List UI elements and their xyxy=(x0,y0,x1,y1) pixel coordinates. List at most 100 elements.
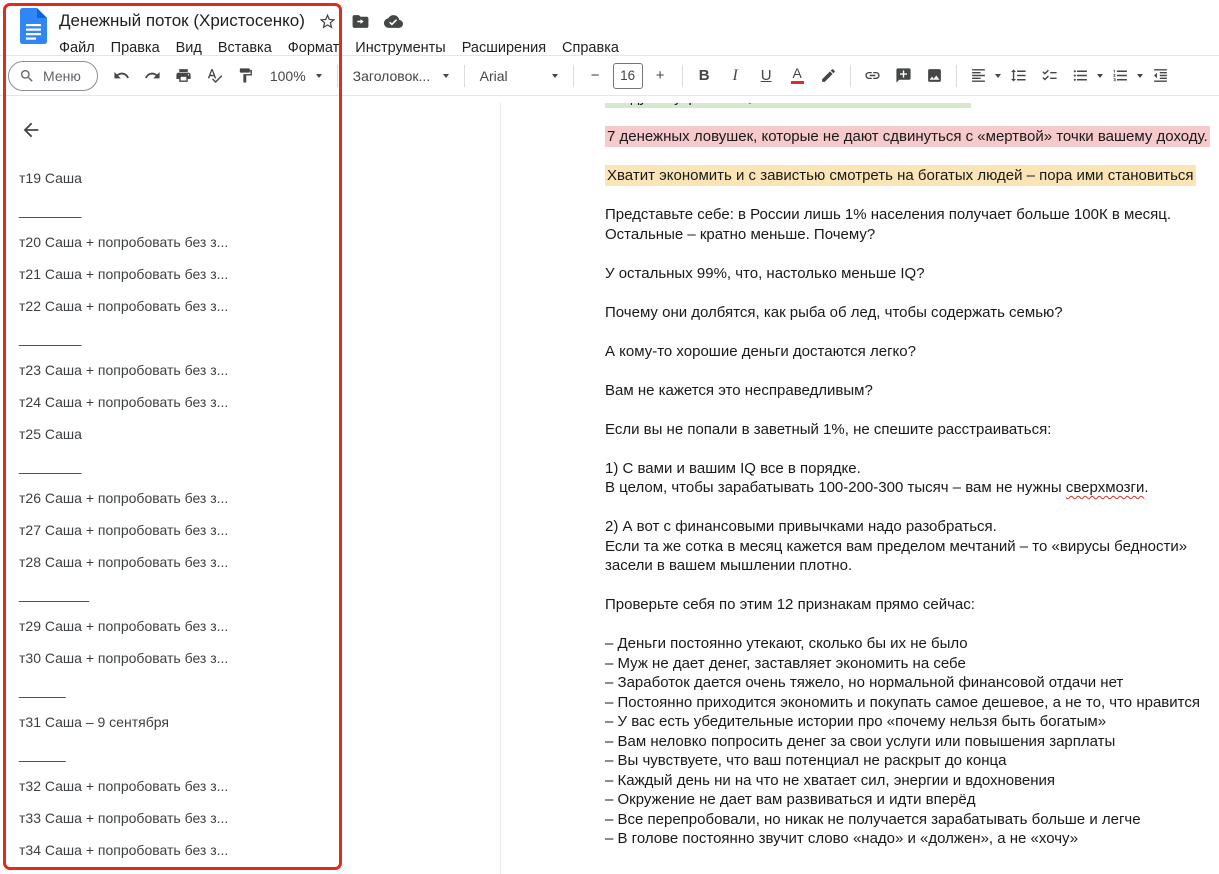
doc-line: Представьте себе: в России лишь 1% насел… xyxy=(605,206,1172,223)
outline-item[interactable]: т26 Саша + попробовать без з... xyxy=(0,482,500,514)
paragraph: 1) С вами и вашим IQ все в порядке. В цел… xyxy=(605,459,1205,498)
outline-item[interactable]: т19 Саша xyxy=(0,162,500,194)
outline-divider-item[interactable]: ______ xyxy=(0,738,500,770)
paragraph: 7 денежных ловушек, которые не дают сдви… xyxy=(605,126,1210,147)
line-spacing-button[interactable] xyxy=(1005,62,1032,89)
outline-divider-item[interactable]: ________ xyxy=(0,194,500,226)
outline-divider-item[interactable]: ________ xyxy=(0,322,500,354)
menu-view[interactable]: Вид xyxy=(168,37,210,59)
outline-divider-item[interactable]: ______ xyxy=(0,674,500,706)
undo-button[interactable] xyxy=(108,62,135,89)
insert-link-button[interactable] xyxy=(859,62,886,89)
back-arrow-icon[interactable] xyxy=(18,117,44,143)
outline-item[interactable]: т27 Саша + попробовать без з... xyxy=(0,514,500,546)
outline-item[interactable]: т33 Саша + попробовать без з... xyxy=(0,802,500,834)
paragraph: Хватит экономить и с завистью смотреть н… xyxy=(605,165,1205,186)
paragraph: зайдут внутрь поста, чтобы не оказаться … xyxy=(605,103,1205,108)
menu-tools[interactable]: Инструменты xyxy=(347,37,453,59)
doc-line: А кому-то хорошие деньги достаются легко… xyxy=(605,342,916,360)
bullet-list-button[interactable] xyxy=(1065,62,1105,89)
doc-line: 1) С вами и вашим IQ все в порядке. xyxy=(605,459,861,477)
styles-select[interactable]: Заголовок... xyxy=(346,62,456,89)
outline-item[interactable]: т29 Саша + попробовать без з... xyxy=(0,610,500,642)
font-size-input[interactable]: 16 xyxy=(612,62,643,89)
paragraph: Вам не кажется это несправедливым? xyxy=(605,381,1205,401)
outline-divider-item[interactable]: ________ xyxy=(0,450,500,482)
font-size-increase-button[interactable]: + xyxy=(647,62,674,89)
text-color-button[interactable]: A xyxy=(784,62,811,89)
highlight-color-button[interactable] xyxy=(815,62,842,89)
checklist-button[interactable] xyxy=(1036,62,1063,89)
menu-file[interactable]: Файл xyxy=(51,37,103,59)
doc-line: 7 денежных ловушек, которые не дают сдви… xyxy=(605,126,1210,147)
doc-line: – Постоянно приходится экономить и покуп… xyxy=(605,693,1200,711)
text-color-icon: A xyxy=(790,66,804,84)
outline-item[interactable]: т22 Саша + попробовать без з... xyxy=(0,290,500,322)
indent-decrease-button[interactable] xyxy=(1147,62,1174,89)
paragraph: – Деньги постоянно утекают, сколько бы и… xyxy=(605,634,1205,849)
menu-search-button[interactable]: Меню xyxy=(8,60,98,91)
add-comment-button[interactable] xyxy=(890,62,917,89)
toolbar-separator xyxy=(572,64,574,87)
styles-value: Заголовок... xyxy=(352,67,431,84)
outline-item[interactable]: т34 Саша + попробовать без з... xyxy=(0,834,500,866)
star-icon[interactable] xyxy=(318,11,338,31)
chevron-down-icon xyxy=(1096,73,1103,78)
menu-help[interactable]: Справка xyxy=(554,37,627,59)
chevron-down-icon xyxy=(315,73,322,78)
document-content: зайдут внутрь поста, чтобы не оказаться … xyxy=(501,103,1219,849)
menu-edit[interactable]: Правка xyxy=(103,37,168,59)
outline-item[interactable]: т32 Саша + попробовать без з... xyxy=(0,770,500,802)
doc-line: Почему они долбятся, как рыба об лед, чт… xyxy=(605,303,1063,321)
toolbar: Меню 100% Заголовок... Arial − 16 + B I … xyxy=(0,55,1219,96)
insert-image-button[interactable] xyxy=(921,62,948,89)
bold-button[interactable]: B xyxy=(691,62,718,89)
google-docs-app: Денежный поток (Христосенко) Файл Правка… xyxy=(0,0,1219,874)
move-folder-icon[interactable] xyxy=(351,11,371,31)
outline-item[interactable]: т23 Саша + попробовать без з... xyxy=(0,354,500,386)
minus-icon: − xyxy=(590,67,600,84)
paragraph: Если вы не попали в заветный 1%, не спеш… xyxy=(605,420,1205,440)
outline-item[interactable]: т24 Саша + попробовать без з... xyxy=(0,386,500,418)
outline-item[interactable]: т28 Саша + попробовать без з... xyxy=(0,546,500,578)
doc-line: – Заработок дается очень тяжело, но норм… xyxy=(605,674,1124,691)
doc-line: – У вас есть убедительные истории про «п… xyxy=(605,713,1107,730)
menu-extensions[interactable]: Расширения xyxy=(454,37,554,59)
outline-item[interactable]: т25 Саша xyxy=(0,418,500,450)
numbered-list-icon xyxy=(1107,62,1134,89)
cloud-status-icon[interactable] xyxy=(384,11,404,31)
underline-button[interactable]: U xyxy=(753,62,780,89)
misspelled-word: сверхмозги xyxy=(1065,479,1145,496)
menu-insert[interactable]: Вставка xyxy=(210,37,280,59)
header: Денежный поток (Христосенко) Файл Правка… xyxy=(0,0,1219,56)
document-title[interactable]: Денежный поток (Христосенко) xyxy=(59,11,305,31)
document-canvas[interactable]: зайдут внутрь поста, чтобы не оказаться … xyxy=(500,103,1219,874)
paint-format-button[interactable] xyxy=(232,62,259,89)
doc-line: – Деньги постоянно утекают, сколько бы и… xyxy=(605,635,968,652)
font-size-decrease-button[interactable]: − xyxy=(582,62,609,89)
doc-line: Если та же сотка в месяц кажется вам пре… xyxy=(605,537,1188,555)
outline-list: т19 Саша ________ т20 Саша + попробовать б… xyxy=(0,162,500,866)
align-button[interactable] xyxy=(963,62,1003,89)
outline-item[interactable]: т31 Саша – 9 сентября xyxy=(0,706,500,738)
outline-item[interactable]: т30 Саша + попробовать без з... xyxy=(0,642,500,674)
redo-button[interactable] xyxy=(139,62,166,89)
chevron-down-icon xyxy=(1136,73,1143,78)
doc-line: Если вы не попали в заветный 1%, не спеш… xyxy=(605,420,1052,438)
doc-line: – Каждый день ни на что не хватает сил, … xyxy=(605,771,1056,789)
menu-format[interactable]: Формат xyxy=(280,37,348,59)
italic-button[interactable]: I xyxy=(722,62,749,89)
zoom-select[interactable]: 100% xyxy=(263,62,329,89)
font-select[interactable]: Arial xyxy=(473,62,565,89)
paint-roller-icon xyxy=(239,68,252,83)
numbered-list-button[interactable] xyxy=(1105,62,1145,89)
menu-bar: Файл Правка Вид Вставка Формат Инструмен… xyxy=(51,35,1203,61)
print-button[interactable] xyxy=(170,62,197,89)
outline-item[interactable]: т20 Саша + попробовать без з... xyxy=(0,226,500,258)
outline-panel: т19 Саша ________ т20 Саша + попробовать б… xyxy=(0,103,500,874)
undo-icon xyxy=(114,71,129,79)
outline-divider-item[interactable]: _________ xyxy=(0,578,500,610)
docs-logo-icon[interactable] xyxy=(20,8,47,55)
outline-item[interactable]: т21 Саша + попробовать без з... xyxy=(0,258,500,290)
spellcheck-button[interactable] xyxy=(201,62,228,89)
